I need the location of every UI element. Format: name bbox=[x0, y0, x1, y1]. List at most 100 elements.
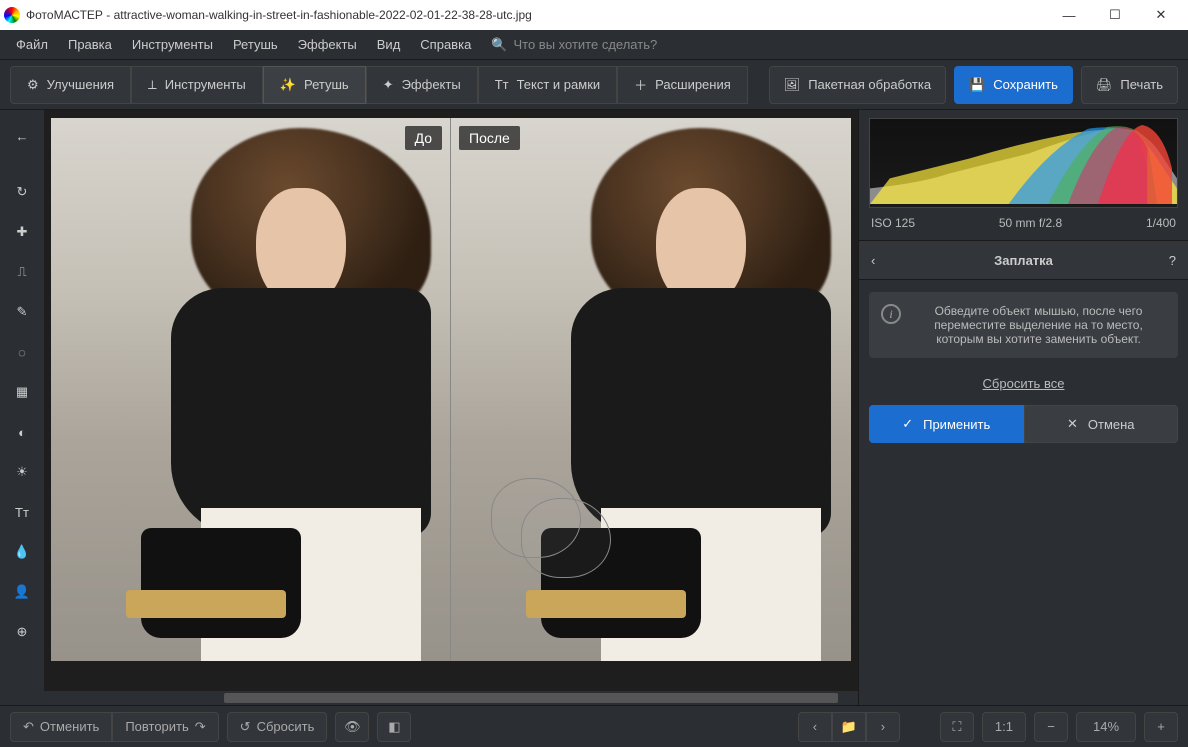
zoom-in-button[interactable]: + bbox=[1144, 712, 1178, 742]
tab-tools[interactable]: ⟂Инструменты bbox=[131, 66, 263, 104]
tab-extensions[interactable]: ＋Расширения bbox=[617, 66, 748, 104]
redo-icon: ↷ bbox=[195, 719, 206, 735]
brush-tool[interactable]: ✎ bbox=[4, 294, 40, 330]
before-image: До bbox=[51, 118, 451, 661]
menubar: Файл Правка Инструменты Ретушь Эффекты В… bbox=[0, 30, 1188, 60]
batch-button[interactable]: 🖼Пакетная обработка bbox=[769, 66, 946, 104]
chevron-left-icon: ‹ bbox=[813, 719, 817, 734]
text-tool[interactable]: Tᴛ bbox=[4, 494, 40, 530]
sliders-icon: ⚙ bbox=[27, 77, 39, 93]
check-icon: ✓ bbox=[902, 416, 913, 432]
right-panel: ISO 125 50 mm f/2.8 1/400 ‹ Заплатка ? i… bbox=[858, 110, 1188, 705]
menu-view[interactable]: Вид bbox=[369, 33, 409, 56]
panel-help-button[interactable]: ? bbox=[1152, 253, 1176, 268]
vignette-tool[interactable]: ◐ bbox=[4, 414, 40, 450]
sparkle-icon: ✦ bbox=[383, 77, 394, 93]
exif-focal: 50 mm f/2.8 bbox=[999, 216, 1062, 230]
reset-icon: ↺ bbox=[240, 719, 251, 735]
radial-tool[interactable]: ◌ bbox=[4, 334, 40, 370]
menu-search[interactable]: 🔍 Что вы хотите сделать? bbox=[491, 37, 657, 53]
x-icon: ✕ bbox=[1067, 416, 1078, 432]
window-title: ФотоМАСТЕР - attractive-woman-walking-in… bbox=[26, 8, 532, 22]
exif-shutter: 1/400 bbox=[1146, 216, 1176, 230]
eye-icon: 👁 bbox=[344, 719, 361, 735]
menu-tools[interactable]: Инструменты bbox=[124, 33, 221, 56]
exif-info: ISO 125 50 mm f/2.8 1/400 bbox=[859, 212, 1188, 240]
zoom-out-button[interactable]: − bbox=[1034, 712, 1068, 742]
fit-screen-button[interactable]: ⛶ bbox=[940, 712, 974, 742]
save-icon: 💾 bbox=[969, 77, 985, 93]
menu-retouch[interactable]: Ретушь bbox=[225, 33, 286, 56]
exif-iso: ISO 125 bbox=[871, 216, 915, 230]
cancel-button[interactable]: ✕Отмена bbox=[1024, 405, 1179, 443]
info-icon: i bbox=[881, 304, 901, 324]
canvas-hscroll[interactable] bbox=[44, 691, 858, 705]
crop-icon: ⟂ bbox=[148, 77, 157, 93]
zoom-level[interactable]: 14% bbox=[1076, 712, 1136, 742]
reset-button[interactable]: ↺Сбросить bbox=[227, 712, 328, 742]
split-icon: ◧ bbox=[388, 719, 400, 735]
rotate-tool[interactable]: ↻ bbox=[4, 174, 40, 210]
plus-icon: ＋ bbox=[634, 75, 647, 94]
prev-image-button[interactable]: ‹ bbox=[798, 712, 832, 742]
text-icon: Tᴛ bbox=[495, 77, 509, 92]
menu-help[interactable]: Справка bbox=[412, 33, 479, 56]
light-tool[interactable]: ☀ bbox=[4, 454, 40, 490]
search-placeholder: Что вы хотите сделать? bbox=[513, 37, 657, 52]
preview-toggle[interactable]: 👁 bbox=[335, 712, 369, 742]
browse-button[interactable]: 📁 bbox=[832, 712, 866, 742]
panel-back-button[interactable]: ‹ bbox=[871, 253, 895, 268]
maximize-button[interactable]: ☐ bbox=[1092, 0, 1138, 30]
folder-icon: 📁 bbox=[841, 719, 857, 735]
heal-tool[interactable]: ✚ bbox=[4, 214, 40, 250]
patch-selection-target[interactable] bbox=[521, 498, 611, 578]
before-after-view[interactable]: До После bbox=[51, 118, 851, 661]
undo-button[interactable]: ↶Отменить bbox=[10, 712, 112, 742]
tab-improve[interactable]: ⚙Улучшения bbox=[10, 66, 131, 104]
actual-size-button[interactable]: 1:1 bbox=[982, 712, 1026, 742]
search-icon: 🔍 bbox=[491, 37, 507, 53]
tab-text[interactable]: TᴛТекст и рамки bbox=[478, 66, 617, 104]
reset-all-link[interactable]: Сбросить все bbox=[859, 370, 1188, 405]
save-button[interactable]: 💾Сохранить bbox=[954, 66, 1073, 104]
portrait-tool[interactable]: 👤 bbox=[4, 574, 40, 610]
print-button[interactable]: 🖨Печать bbox=[1081, 66, 1178, 104]
panel-hint: i Обведите объект мышью, после чего пере… bbox=[869, 292, 1178, 358]
app-logo-icon bbox=[4, 7, 20, 23]
bottom-bar: ↶Отменить Повторить↷ ↺Сбросить 👁 ◧ ‹ 📁 ›… bbox=[0, 705, 1188, 747]
panel-header: ‹ Заплатка ? bbox=[859, 240, 1188, 280]
tab-effects[interactable]: ✦Эффекты bbox=[366, 66, 478, 104]
globe-tool[interactable]: ⊕ bbox=[4, 614, 40, 650]
redo-button[interactable]: Повторить↷ bbox=[112, 712, 218, 742]
tab-retouch[interactable]: ✨Ретушь bbox=[263, 66, 366, 104]
left-toolbox: ← ↻ ✚ ⎍ ✎ ◌ ▦ ◐ ☀ Tᴛ 💧 👤 ⊕ bbox=[0, 110, 44, 705]
main-toolbar: ⚙Улучшения ⟂Инструменты ✨Ретушь ✦Эффекты… bbox=[0, 60, 1188, 110]
print-icon: 🖨 bbox=[1096, 77, 1113, 93]
histogram[interactable] bbox=[869, 118, 1178, 208]
minimize-button[interactable]: ― bbox=[1046, 0, 1092, 30]
wand-icon: ✨ bbox=[280, 77, 296, 93]
droplet-tool[interactable]: 💧 bbox=[4, 534, 40, 570]
close-button[interactable]: ✕ bbox=[1138, 0, 1184, 30]
panel-title: Заплатка bbox=[895, 253, 1152, 268]
after-label: После bbox=[459, 126, 520, 150]
stamp-tool[interactable]: ⎍ bbox=[4, 254, 40, 290]
minus-icon: − bbox=[1047, 719, 1055, 734]
menu-file[interactable]: Файл bbox=[8, 33, 56, 56]
undo-icon: ↶ bbox=[23, 719, 34, 735]
menu-edit[interactable]: Правка bbox=[60, 33, 120, 56]
images-icon: 🖼 bbox=[784, 77, 801, 93]
window-titlebar: ФотоМАСТЕР - attractive-woman-walking-in… bbox=[0, 0, 1188, 30]
apply-button[interactable]: ✓Применить bbox=[869, 405, 1024, 443]
canvas-area: До После bbox=[44, 110, 858, 705]
back-arrow-tool[interactable]: ← bbox=[4, 118, 40, 154]
next-image-button[interactable]: › bbox=[866, 712, 900, 742]
plus-icon: + bbox=[1157, 719, 1165, 734]
menu-effects[interactable]: Эффекты bbox=[290, 33, 365, 56]
chevron-right-icon: › bbox=[881, 719, 885, 734]
compare-toggle[interactable]: ◧ bbox=[377, 712, 411, 742]
after-image: После bbox=[451, 118, 851, 661]
fit-icon: ⛶ bbox=[952, 719, 961, 735]
panel-hint-text: Обведите объект мышью, после чего переме… bbox=[911, 304, 1166, 346]
gradient-tool[interactable]: ▦ bbox=[4, 374, 40, 410]
